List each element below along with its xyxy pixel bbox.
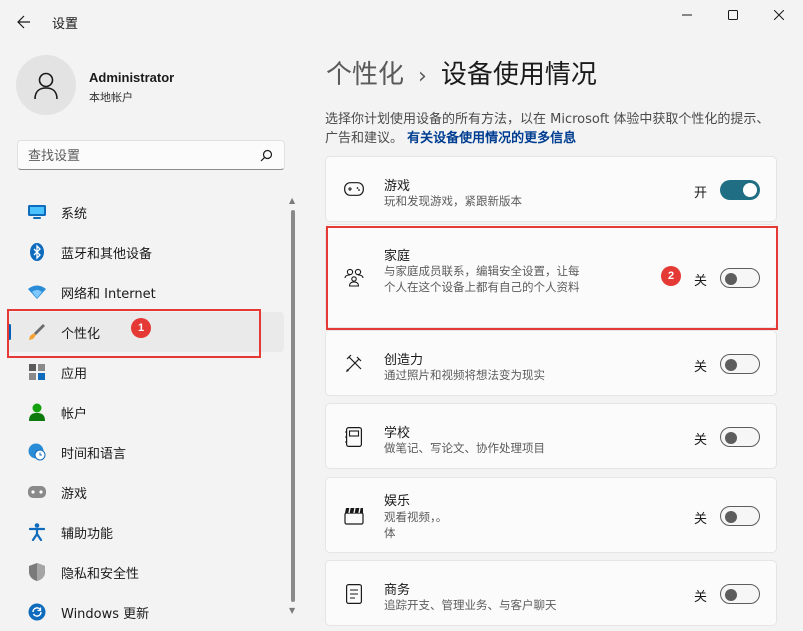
toggle-state-label: 关 [694,360,708,375]
minimize-button[interactable] [664,0,710,30]
toggle-state-label: 开 [694,186,708,201]
option-subtitle: 做笔记、写论文、协作处理项目 [384,441,545,455]
shield-icon [28,563,46,581]
sidebar-item-label: 游戏 [61,487,88,502]
network-icon [28,283,46,301]
system-icon [28,203,46,221]
window-title: 设置 [52,17,79,32]
toggle-knob [725,432,737,444]
creativity-toggle[interactable] [720,354,760,374]
breadcrumb: 个性化 › 设备使用情况 [326,54,597,94]
option-subtitle: 追踪开支、管理业务、与客户聊天 [384,598,557,612]
breadcrumb-parent[interactable]: 个性化 [326,54,404,91]
sidebar-item-accounts[interactable]: 帐户 [8,392,284,432]
search-input[interactable] [28,147,248,165]
sidebar-item-label: 隐私和安全性 [61,567,140,582]
scroll-down-arrow-icon[interactable]: ▼ [289,606,295,615]
sidebar-item-bluetooth[interactable]: 蓝牙和其他设备 [8,232,284,272]
annotation-badge-1: 1 [131,318,151,338]
maximize-icon [728,10,738,20]
sidebar-item-privacy[interactable]: 隐私和安全性 [8,552,284,592]
sidebar-item-label: 辅助功能 [61,527,114,542]
sidebar-item-gaming[interactable]: 游戏 [8,472,284,512]
toggle-knob [725,511,737,523]
toggle-state-label: 关 [694,433,708,448]
person-icon [34,72,58,100]
close-icon [774,10,784,20]
creativity-icon [344,354,364,374]
entertainment-toggle[interactable] [720,506,760,526]
sidebar-item-label: 蓝牙和其他设备 [61,247,153,262]
sidebar-item-label: 帐户 [61,407,88,422]
sidebar-item-apps[interactable]: 应用 [8,352,284,392]
minimize-icon [682,14,692,16]
sidebar-item-system[interactable]: 系统 [8,192,284,232]
toggle-knob [725,359,737,371]
search-icon[interactable] [258,148,274,164]
user-name: Administrator [89,70,175,85]
toggle-knob [725,589,737,601]
school-toggle[interactable] [720,427,760,447]
toggle-state-label: 关 [694,590,708,605]
gaming-toggle[interactable] [720,180,760,200]
gamepad-icon [344,179,364,199]
option-subtitle: 观看视频，。 体 [384,510,448,540]
accessibility-icon [28,523,46,541]
account-type: 本地帐户 [89,91,133,104]
scroll-thumb[interactable] [291,210,295,602]
toggle-state-label: 关 [694,512,708,527]
back-arrow-icon [17,15,30,29]
scroll-up-arrow-icon[interactable]: ▲ [289,196,295,205]
apps-icon [28,363,46,381]
sidebar-item-time-language[interactable]: 时间和语言 [8,432,284,472]
option-title: 学校 [384,426,411,441]
option-card-entertainment[interactable]: 娱乐 观看视频，。 体 关 [325,477,777,553]
title-bar: 设置 [0,0,803,44]
page-description: 选择你计划使用设备的所有方法，以在 Microsoft 体验中获取个性化的提示、… [325,110,777,148]
option-card-business[interactable]: 商务 追踪开支、管理业务、与客户聊天 关 [325,560,777,626]
option-title: 商务 [384,583,411,598]
sidebar-item-label: Windows 更新 [61,607,150,622]
option-card-creativity[interactable]: 创造力 通过照片和视频将想法变为现实 关 [325,330,777,396]
maximize-button[interactable] [710,0,756,30]
sidebar-item-network[interactable]: 网络和 Internet [8,272,284,312]
learn-more-link[interactable]: 有关设备使用情况的更多信息 [407,131,576,146]
business-toggle[interactable] [720,584,760,604]
toggle-knob [743,183,757,197]
update-icon [28,603,46,621]
sidebar-item-label: 网络和 Internet [61,287,156,302]
annotation-box-family [326,226,778,330]
account-icon [28,403,46,421]
globe-clock-icon [28,443,46,461]
avatar [16,55,76,115]
option-title: 游戏 [384,179,411,194]
gamepad-icon [28,483,46,501]
bluetooth-icon [28,243,46,261]
sidebar-item-label: 系统 [61,207,88,222]
sidebar-item-accessibility[interactable]: 辅助功能 [8,512,284,552]
option-card-school[interactable]: 学校 做笔记、写论文、协作处理项目 关 [325,403,777,469]
back-button[interactable] [8,6,40,38]
clapperboard-icon [344,506,364,526]
option-title: 创造力 [384,353,424,368]
option-subtitle: 通过照片和视频将想法变为现实 [384,368,545,382]
search-box[interactable] [17,140,285,170]
school-icon [344,427,364,447]
page-title: 设备使用情况 [440,60,597,90]
annotation-badge-2: 2 [661,266,681,286]
breadcrumb-separator: › [418,64,427,89]
option-card-gaming[interactable]: 游戏 玩和发现游戏，紧跟新版本 开 [325,156,777,222]
sidebar-nav: 系统 蓝牙和其他设备 网络和 Internet 个性化 应用 帐户 时间和语言 … [8,192,284,631]
sidebar-item-label: 应用 [61,367,88,382]
sidebar-item-windows-update[interactable]: Windows 更新 [8,592,284,631]
option-subtitle: 玩和发现游戏，紧跟新版本 [384,194,522,208]
close-button[interactable] [756,0,802,30]
user-card[interactable]: Administrator 本地帐户 [16,55,286,117]
option-title: 娱乐 [384,494,411,509]
business-icon [344,584,364,604]
sidebar-item-label: 时间和语言 [61,447,127,462]
sidebar-scrollbar[interactable]: ▲ ▼ [289,196,297,620]
